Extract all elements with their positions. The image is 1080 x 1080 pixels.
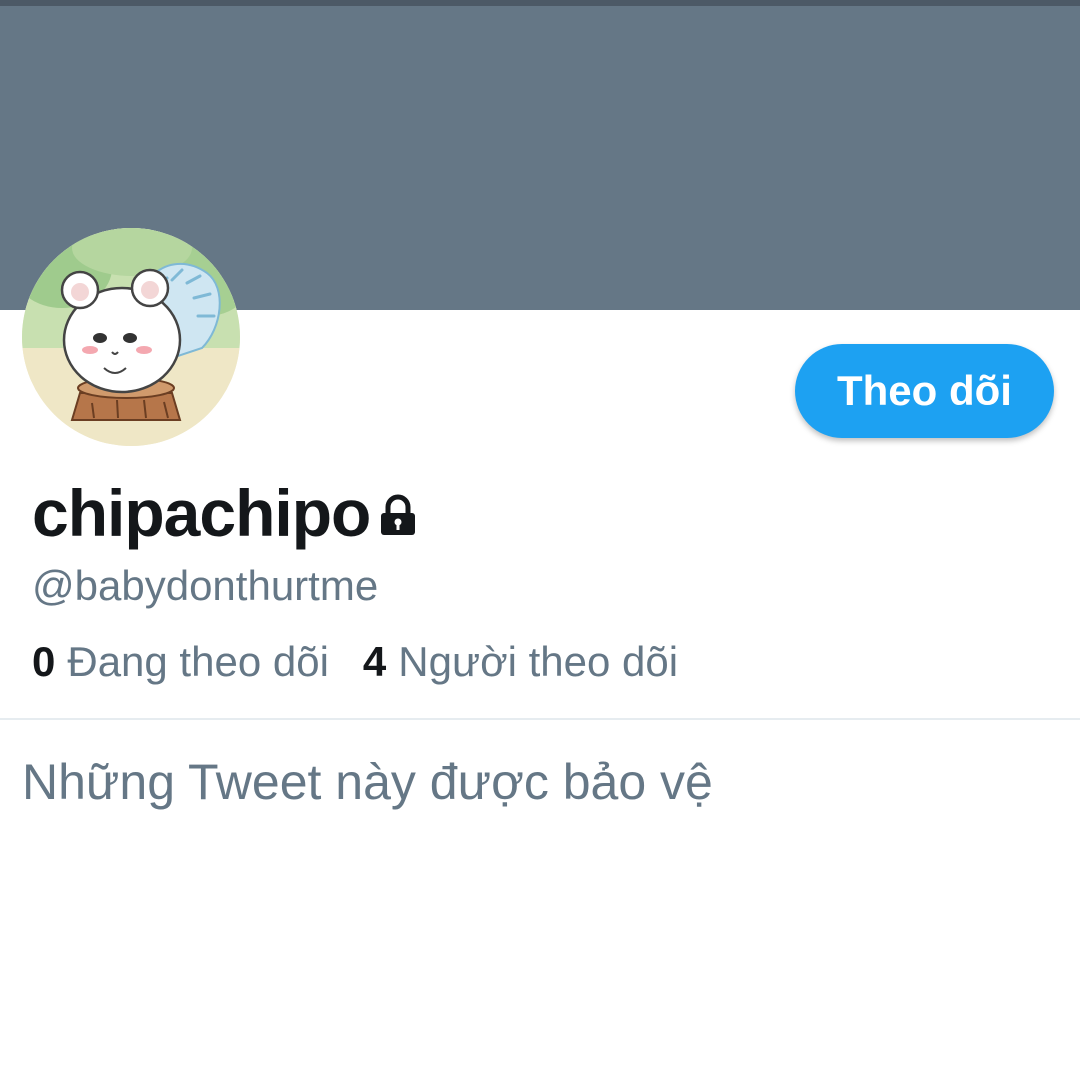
chinchilla-avatar-icon xyxy=(22,228,240,446)
follow-button[interactable]: Theo dõi xyxy=(795,344,1054,438)
profile-display-name: chipachipo xyxy=(32,476,371,550)
profile-screen: Theo dõi chipachipo @babydonthurtme 0 Đa… xyxy=(0,0,1080,1080)
divider xyxy=(0,718,1080,720)
profile-handle: @babydonthurtme xyxy=(32,562,379,609)
protected-tweets-message: Những Tweet này được bảo vệ xyxy=(22,754,713,810)
lock-icon xyxy=(378,494,418,543)
followers-stat[interactable]: 4 Người theo dõi xyxy=(363,636,678,688)
profile-name-row: chipachipo xyxy=(32,475,418,551)
following-count: 0 xyxy=(32,638,56,685)
followers-count: 4 xyxy=(362,638,387,685)
profile-avatar[interactable] xyxy=(22,228,240,446)
following-label: Đang theo dõi xyxy=(67,638,329,685)
profile-stats: 0 Đang theo dõi 4 Người theo dõi xyxy=(32,636,712,688)
following-stat[interactable]: 0 Đang theo dõi xyxy=(32,636,329,688)
followers-label: Người theo dõi xyxy=(398,638,679,685)
